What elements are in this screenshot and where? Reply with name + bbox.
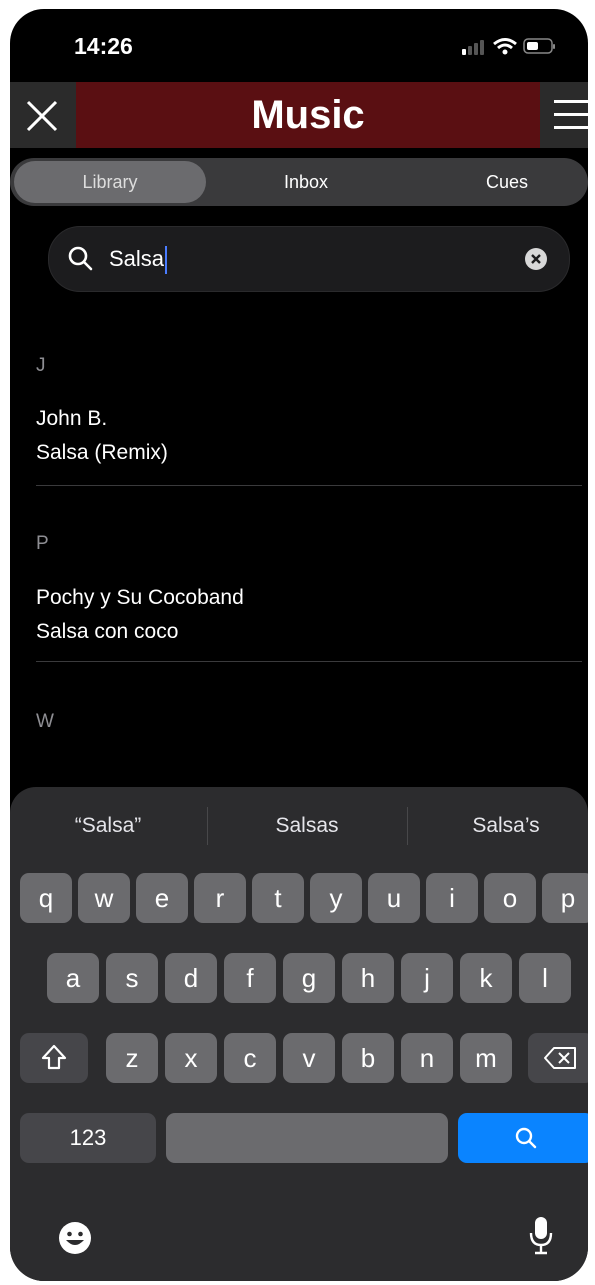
key-l[interactable]: l bbox=[519, 953, 571, 1003]
keyboard: “Salsa” Salsas Salsa’s q w e r t y u i o… bbox=[10, 787, 588, 1281]
tab-library[interactable]: Library bbox=[14, 158, 206, 206]
shift-icon bbox=[41, 1044, 67, 1070]
search-icon bbox=[68, 246, 93, 271]
key-a[interactable]: a bbox=[47, 953, 99, 1003]
key-g[interactable]: g bbox=[283, 953, 335, 1003]
key-j[interactable]: j bbox=[401, 953, 453, 1003]
key-t[interactable]: t bbox=[252, 873, 304, 923]
nav-bar: Music bbox=[10, 82, 588, 148]
dictation-button[interactable] bbox=[528, 1215, 554, 1262]
search-icon bbox=[515, 1127, 537, 1149]
row-divider bbox=[36, 661, 582, 662]
key-c[interactable]: c bbox=[224, 1033, 276, 1083]
emoji-button[interactable] bbox=[58, 1221, 92, 1260]
song-title[interactable]: Salsa (Remix) bbox=[36, 441, 168, 465]
suggestion-3[interactable]: Salsa’s bbox=[408, 787, 588, 865]
status-icons bbox=[458, 35, 558, 57]
key-m[interactable]: m bbox=[460, 1033, 512, 1083]
row-divider bbox=[36, 485, 582, 486]
key-i[interactable]: i bbox=[426, 873, 478, 923]
phone-screen: 14:26 Music Library Inbox Cues Salsa J J… bbox=[10, 9, 588, 1281]
hamburger-menu-icon bbox=[554, 100, 588, 129]
signal-wifi-battery-icon bbox=[462, 38, 555, 55]
status-time: 14:26 bbox=[74, 33, 133, 59]
section-header-p: P bbox=[36, 533, 49, 554]
search-input-value: Salsa bbox=[109, 246, 165, 271]
song-artist[interactable]: John B. bbox=[36, 407, 107, 431]
space-key[interactable] bbox=[166, 1113, 448, 1163]
song-title[interactable]: Salsa con coco bbox=[36, 620, 178, 644]
song-artist[interactable]: Pochy y Su Cocoband bbox=[36, 586, 244, 610]
backspace-icon bbox=[544, 1047, 576, 1069]
text-caret bbox=[165, 246, 168, 275]
search-input[interactable]: Salsa bbox=[109, 227, 168, 291]
search-key[interactable] bbox=[458, 1113, 588, 1163]
shift-key[interactable] bbox=[20, 1033, 88, 1083]
key-x[interactable]: x bbox=[165, 1033, 217, 1083]
key-e[interactable]: e bbox=[136, 873, 188, 923]
close-button[interactable] bbox=[22, 96, 62, 136]
key-w[interactable]: w bbox=[78, 873, 130, 923]
key-n[interactable]: n bbox=[401, 1033, 453, 1083]
key-y[interactable]: y bbox=[310, 873, 362, 923]
key-v[interactable]: v bbox=[283, 1033, 335, 1083]
page-title: Music bbox=[251, 93, 365, 137]
key-k[interactable]: k bbox=[460, 953, 512, 1003]
segmented-control: Library Inbox Cues bbox=[10, 158, 588, 206]
menu-button[interactable] bbox=[548, 92, 588, 138]
close-icon bbox=[26, 100, 58, 132]
key-o[interactable]: o bbox=[484, 873, 536, 923]
backspace-key[interactable] bbox=[528, 1033, 588, 1083]
suggestion-2[interactable]: Salsas bbox=[208, 787, 406, 865]
clear-search-button[interactable] bbox=[525, 248, 547, 270]
tab-inbox[interactable]: Inbox bbox=[210, 158, 402, 206]
numbers-key[interactable]: 123 bbox=[20, 1113, 156, 1163]
key-h[interactable]: h bbox=[342, 953, 394, 1003]
suggestion-1[interactable]: “Salsa” bbox=[10, 787, 206, 865]
key-r[interactable]: r bbox=[194, 873, 246, 923]
key-p[interactable]: p bbox=[542, 873, 588, 923]
key-u[interactable]: u bbox=[368, 873, 420, 923]
section-header-w: W bbox=[36, 711, 54, 732]
key-z[interactable]: z bbox=[106, 1033, 158, 1083]
clear-icon bbox=[531, 254, 541, 264]
emoji-icon bbox=[59, 1222, 91, 1254]
key-q[interactable]: q bbox=[20, 873, 72, 923]
tab-cues[interactable]: Cues bbox=[402, 158, 588, 206]
search-field[interactable]: Salsa bbox=[48, 226, 570, 292]
key-s[interactable]: s bbox=[106, 953, 158, 1003]
key-b[interactable]: b bbox=[342, 1033, 394, 1083]
section-header-j: J bbox=[36, 355, 46, 376]
key-f[interactable]: f bbox=[224, 953, 276, 1003]
microphone-icon bbox=[529, 1217, 553, 1255]
key-d[interactable]: d bbox=[165, 953, 217, 1003]
